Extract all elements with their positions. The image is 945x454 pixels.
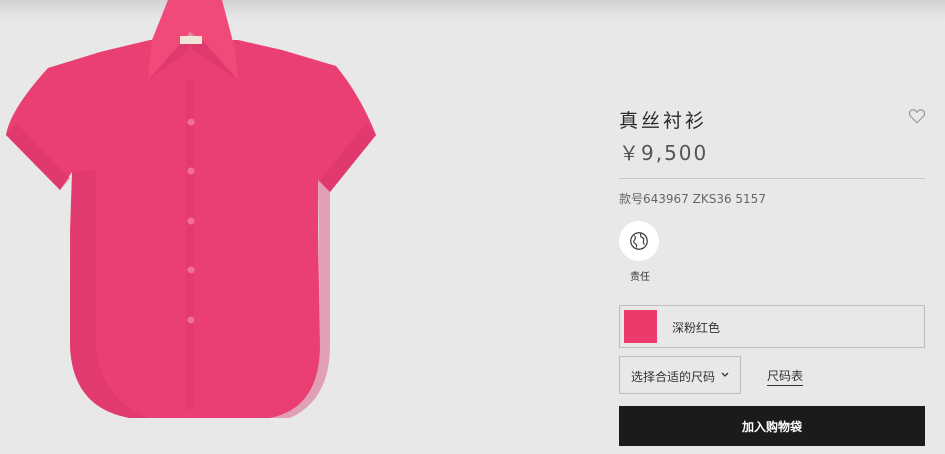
responsibility-label: 责任 (630, 272, 650, 283)
color-option[interactable]: 深粉红色 (619, 305, 925, 348)
size-select-label: 选择合适的尺码 (631, 370, 716, 384)
color-name: 深粉红色 (672, 321, 721, 335)
size-chart-link[interactable]: 尺码表 (767, 367, 804, 386)
responsibility-button[interactable] (619, 221, 659, 261)
chevron-down-icon (721, 372, 729, 377)
product-sku: 款号643967 ZKS36 5157 (619, 192, 766, 206)
globe-icon (630, 232, 648, 250)
product-price: ￥9,500 (619, 141, 709, 165)
size-select[interactable]: 选择合适的尺码 (619, 356, 741, 394)
add-to-bag-button[interactable]: 加入购物袋 (619, 406, 925, 446)
heart-icon (908, 109, 926, 124)
product-page: 真丝衬衫 ￥9,500 款号643967 ZKS36 5157 责任 深粉红色 … (0, 0, 945, 454)
color-swatch (624, 310, 657, 343)
shirt-illustration (6, 0, 376, 418)
product-image (0, 0, 420, 454)
product-title: 真丝衬衫 (619, 110, 708, 132)
divider (619, 178, 925, 179)
wishlist-button[interactable] (908, 107, 926, 125)
